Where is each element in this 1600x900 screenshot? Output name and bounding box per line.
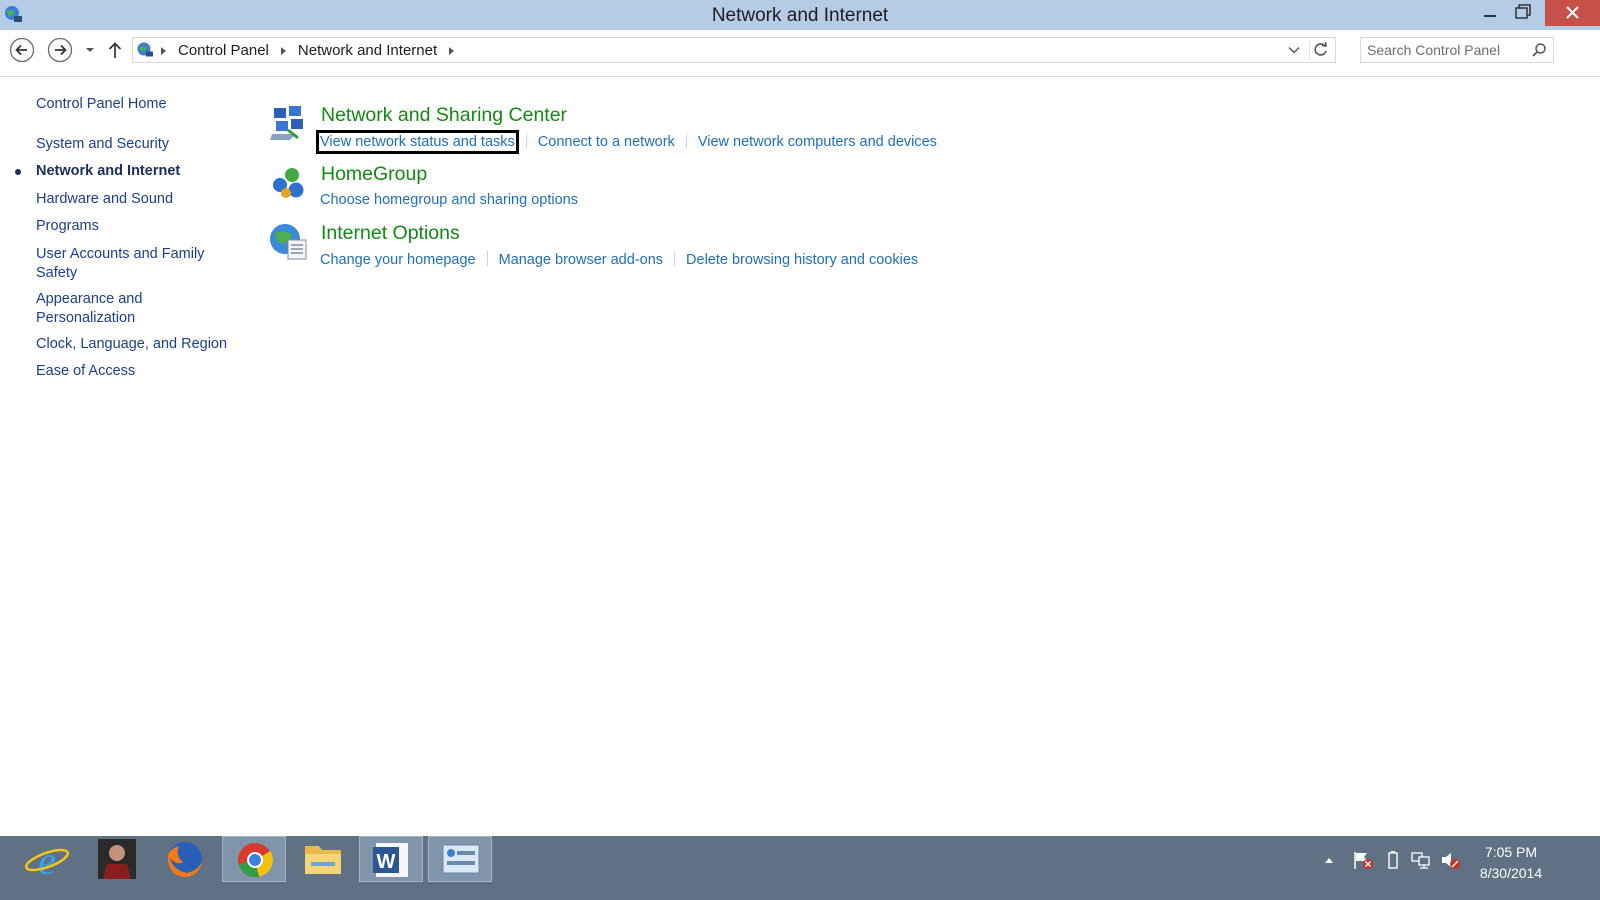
taskbar-word[interactable]: W	[359, 836, 423, 882]
clock-time: 7:05 PM	[1484, 844, 1538, 860]
nav-network-and-internet[interactable]: Network and Internet	[36, 162, 180, 181]
manage-browser-addons-link[interactable]: Manage browser add-ons	[499, 252, 663, 268]
view-network-status-link[interactable]: View network status and tasks	[316, 130, 519, 154]
internet-explorer-icon: e	[24, 838, 70, 883]
restore-button[interactable]	[1502, 0, 1544, 26]
nav-hardware-and-sound[interactable]: Hardware and Sound	[36, 190, 173, 209]
taskbar-chrome[interactable]	[222, 836, 286, 882]
taskbar-file-explorer[interactable]	[291, 836, 355, 882]
nav-user-accounts-and-family-safety[interactable]: User Accounts and Family Safety	[36, 245, 211, 283]
up-arrow-icon[interactable]	[104, 37, 126, 63]
taskbar: e W 7:05 PM 8/30/2014	[0, 836, 1600, 900]
battery-icon[interactable]	[1386, 850, 1400, 870]
internet-options-tasks: Change your homepage Manage browser add-o…	[320, 251, 918, 268]
delete-browsing-history-link[interactable]: Delete browsing history and cookies	[686, 252, 918, 268]
network-and-sharing-center-link[interactable]: Network and Sharing Center	[321, 104, 567, 127]
firefox-icon	[167, 842, 202, 878]
nav-ease-of-access[interactable]: Ease of Access	[36, 362, 135, 381]
search-box[interactable]	[1360, 37, 1554, 63]
back-button[interactable]	[9, 37, 35, 63]
choose-homegroup-options-link[interactable]: Choose homegroup and sharing options	[320, 192, 578, 208]
action-center-flag-icon[interactable]	[1352, 850, 1374, 870]
link-separator	[525, 133, 527, 148]
internet-options-link[interactable]: Internet Options	[321, 222, 460, 245]
show-hidden-icons-icon[interactable]	[1322, 850, 1336, 870]
refresh-icon[interactable]	[1309, 41, 1332, 59]
window-title: Network and Internet	[711, 5, 889, 26]
forward-button[interactable]	[47, 37, 73, 63]
control-panel-globe-icon	[137, 42, 153, 57]
address-bar[interactable]: Control Panel Network and Internet	[132, 37, 1336, 63]
network-icon[interactable]	[1410, 850, 1432, 870]
nav-system-and-security[interactable]: System and Security	[36, 135, 169, 154]
svg-text:W: W	[377, 851, 396, 873]
internet-options-icon[interactable]	[268, 222, 308, 262]
search-input[interactable]	[1367, 41, 1517, 59]
nav-programs[interactable]: Programs	[36, 217, 99, 236]
system-clock[interactable]: 7:05 PM 8/30/2014	[1466, 842, 1556, 884]
network-and-sharing-center-tasks: View network status and tasks Connect to …	[316, 130, 937, 154]
word-icon: W	[373, 843, 408, 877]
taskbar-internet-explorer[interactable]: e	[15, 836, 79, 883]
active-item-bullet	[15, 169, 21, 175]
volume-muted-icon[interactable]	[1440, 850, 1462, 870]
search-icon[interactable]	[1531, 42, 1547, 58]
chrome-icon	[238, 843, 273, 878]
game-character-icon	[98, 839, 136, 879]
breadcrumb-control-panel[interactable]: Control Panel	[178, 42, 269, 59]
nav-clock-language-and-region[interactable]: Clock, Language, and Region	[36, 335, 227, 354]
svg-text:e: e	[38, 838, 56, 882]
taskbar-game-app[interactable]	[85, 836, 149, 882]
change-homepage-link[interactable]: Change your homepage	[320, 252, 476, 268]
view-network-computers-link[interactable]: View network computers and devices	[698, 134, 937, 150]
control-panel-home-link[interactable]: Control Panel Home	[36, 95, 167, 114]
address-dropdown-icon[interactable]	[1287, 43, 1301, 57]
recent-locations-dropdown-icon[interactable]	[82, 37, 98, 63]
close-button[interactable]	[1545, 0, 1600, 26]
taskbar-control-panel[interactable]	[428, 836, 492, 882]
breadcrumb: Control Panel Network and Internet	[161, 42, 466, 59]
link-separator	[685, 133, 687, 148]
breadcrumb-network-and-internet[interactable]: Network and Internet	[298, 42, 437, 59]
network-sharing-icon[interactable]	[268, 104, 308, 144]
clock-date: 8/30/2014	[1479, 865, 1543, 881]
control-panel-icon	[442, 844, 480, 874]
homegroup-icon[interactable]	[268, 163, 308, 203]
link-separator	[674, 251, 676, 266]
taskbar-firefox[interactable]	[153, 836, 217, 882]
connect-to-network-link[interactable]: Connect to a network	[538, 134, 675, 150]
file-explorer-icon	[305, 846, 341, 874]
homegroup-link[interactable]: HomeGroup	[321, 163, 427, 186]
homegroup-tasks: Choose homegroup and sharing options	[320, 192, 578, 208]
link-separator	[486, 251, 488, 266]
title-bar: Network and Internet	[0, 0, 1600, 30]
nav-appearance-and-personalization[interactable]: Appearance and Personalization	[36, 290, 156, 328]
